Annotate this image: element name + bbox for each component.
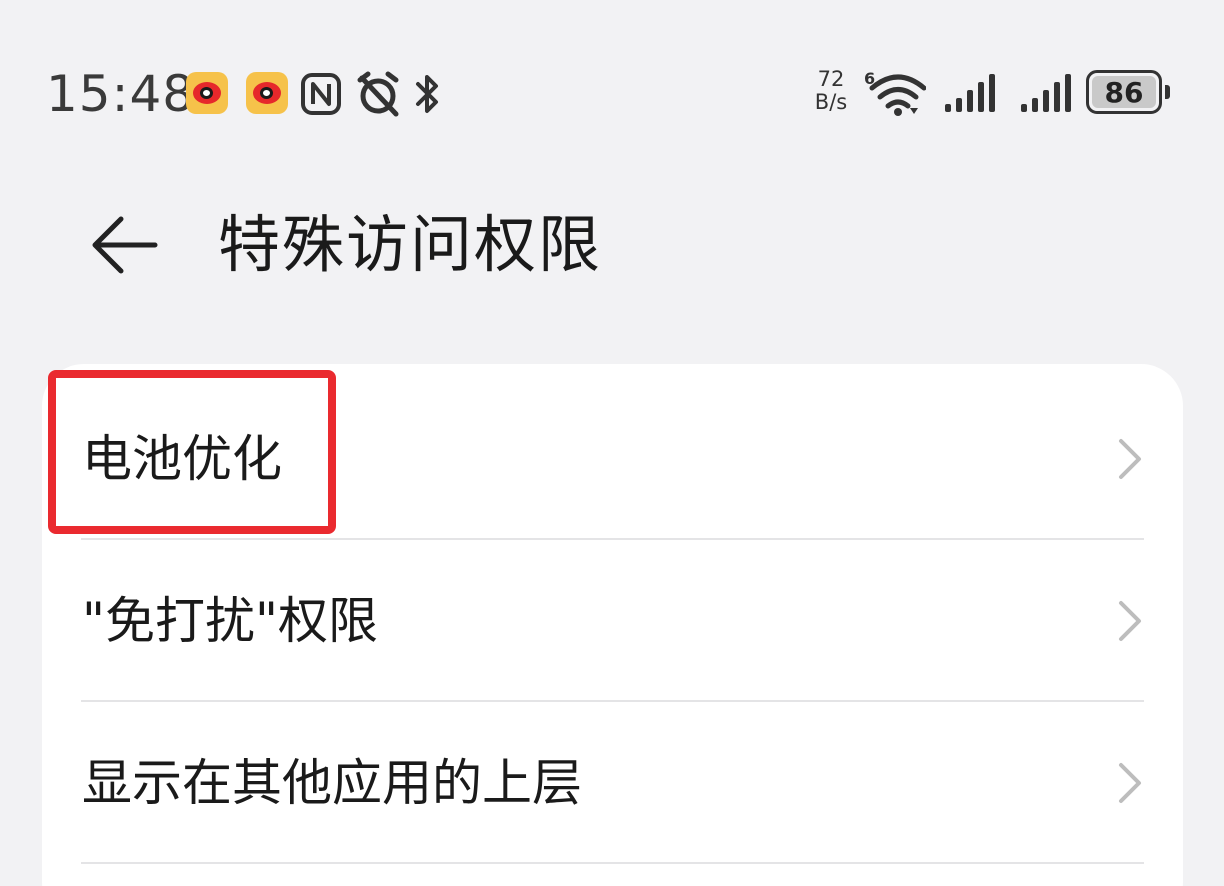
network-speed-value: 72 [817,67,845,91]
weibo-icon [246,72,288,114]
settings-item-label: 电池优化 [82,430,282,488]
status-bar: 15:48 72 B/s 6 86 [0,0,1224,190]
chevron-right-icon [1119,601,1141,641]
bluetooth-icon [414,70,442,122]
status-time: 15:48 [46,65,196,123]
nfc-icon [300,72,342,120]
chevron-right-icon [1119,439,1141,479]
wifi6-icon: 6 [864,68,927,122]
page-title: 特殊访问权限 [218,208,603,281]
settings-item-display-over-apps[interactable]: 显示在其他应用的上层 [42,702,1183,864]
screen: 15:48 72 B/s 6 86 特殊访问权限 电池优化 "免打扰"权限 显示… [0,0,1224,886]
battery-icon: 86 [1086,70,1162,114]
signal-icon [944,72,998,118]
back-button[interactable] [78,200,168,290]
settings-item-battery-optimization[interactable]: 电池优化 [42,378,1183,540]
network-speed-unit: B/s [814,90,848,114]
network-speed: 72 B/s [806,68,856,114]
settings-item-label: "免打扰"权限 [82,592,378,650]
divider [81,862,1144,864]
settings-card: 电池优化 "免打扰"权限 显示在其他应用的上层 [42,364,1183,886]
battery-level: 86 [1092,76,1156,109]
alarm-off-icon [354,70,402,122]
settings-item-do-not-disturb[interactable]: "免打扰"权限 [42,540,1183,702]
signal-icon [1020,72,1074,118]
weibo-icon [186,72,228,114]
battery-tip [1165,85,1170,99]
back-arrow-icon [92,216,158,274]
chevron-right-icon [1119,763,1141,803]
settings-item-label: 显示在其他应用的上层 [82,754,582,812]
